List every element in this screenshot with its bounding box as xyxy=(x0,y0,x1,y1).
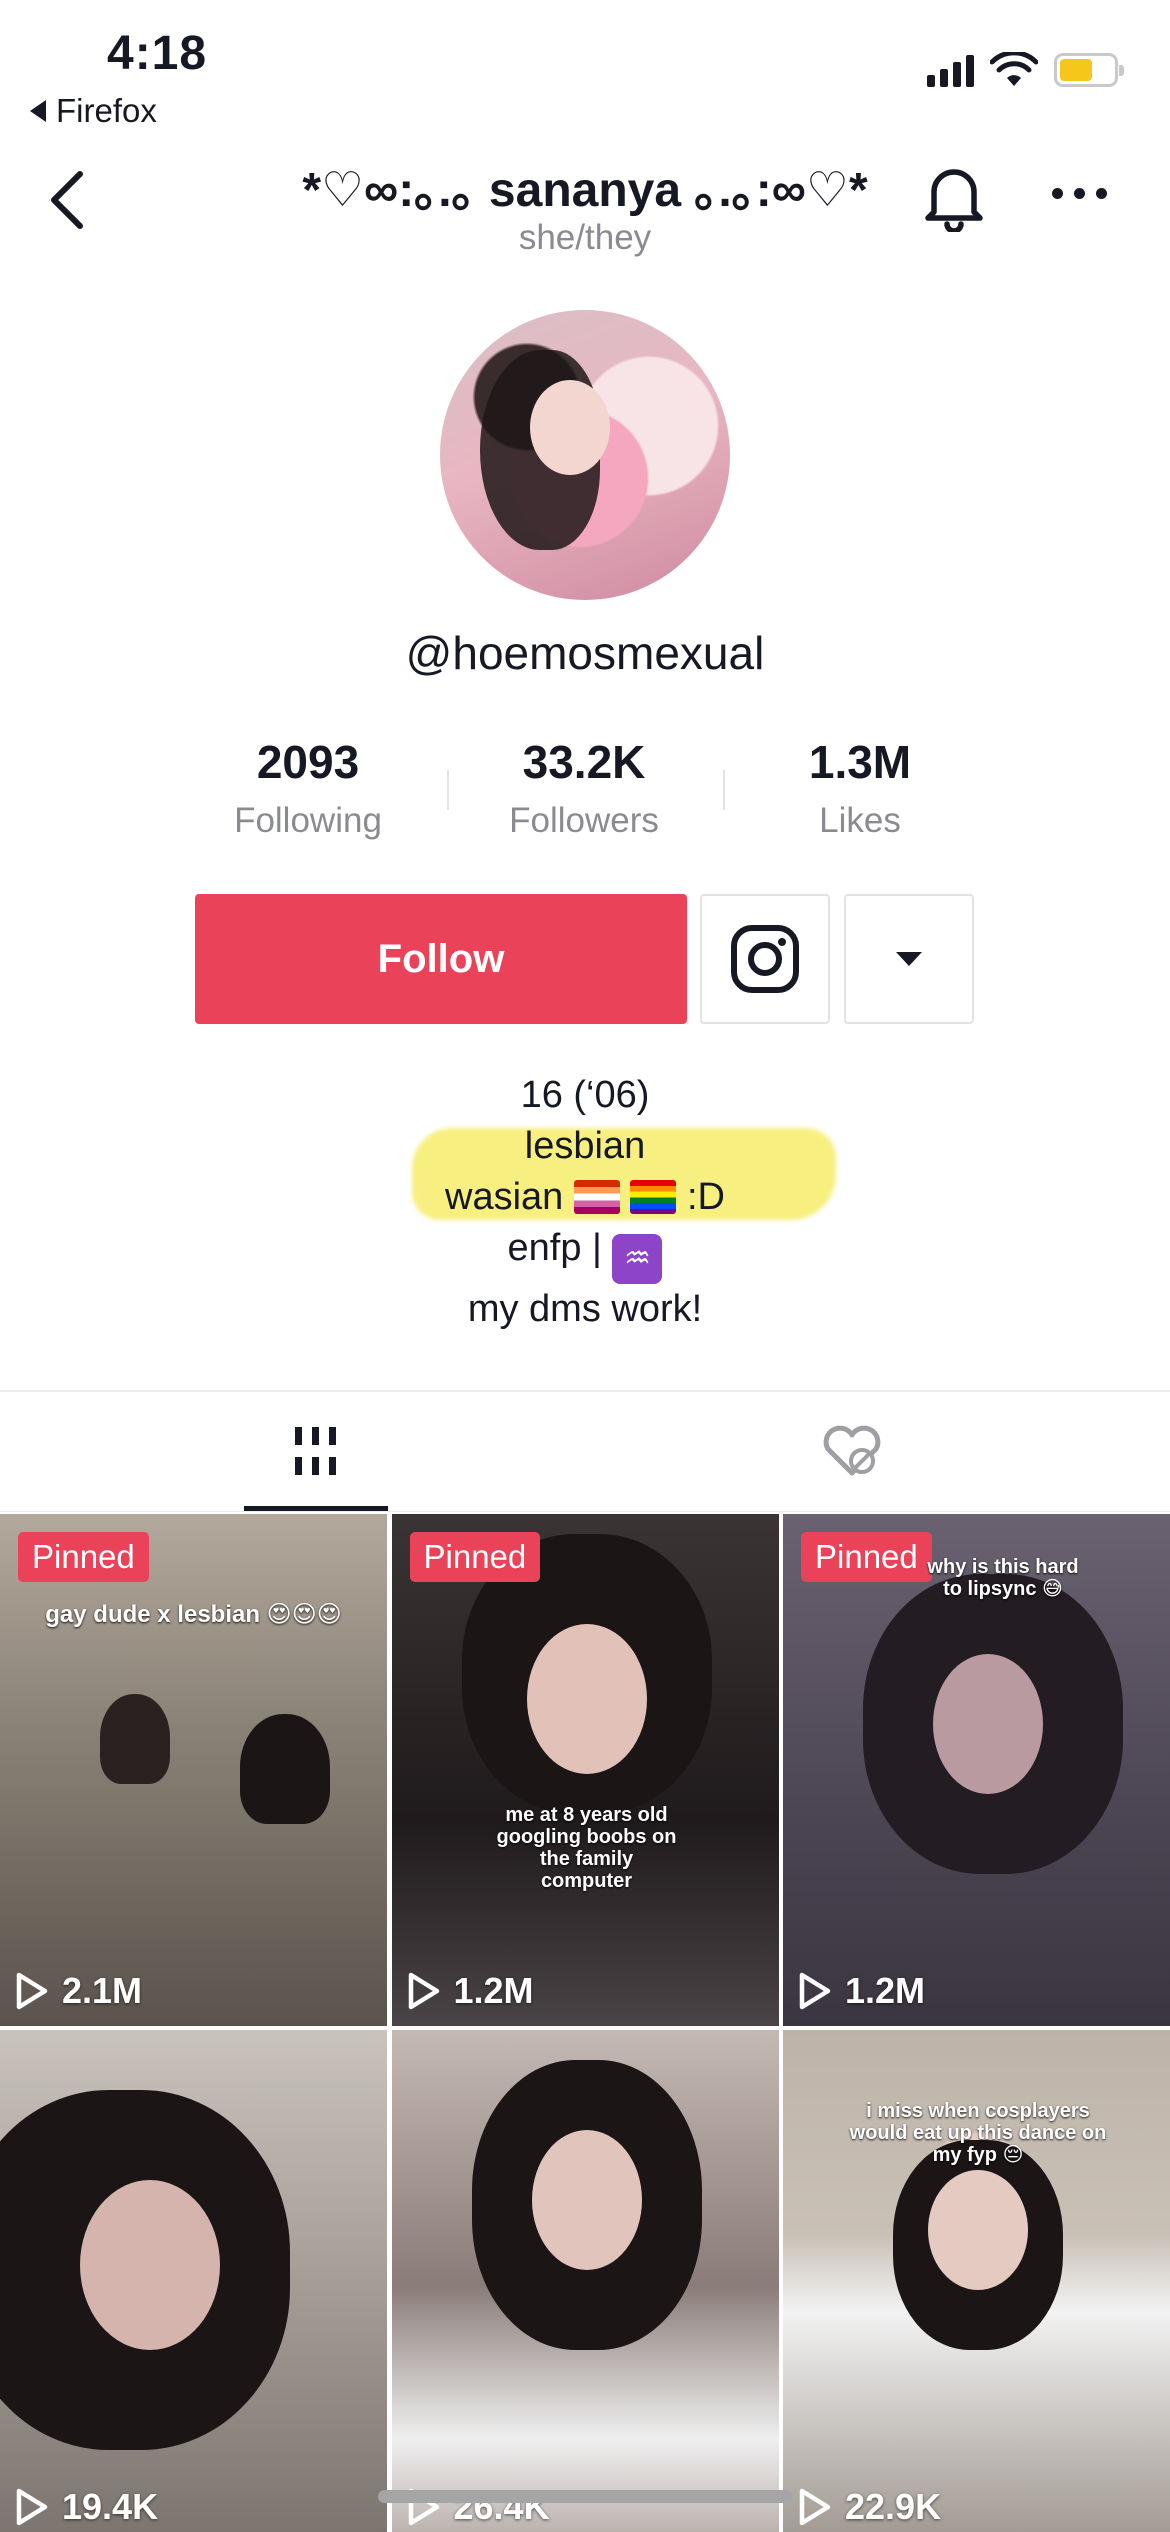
play-icon xyxy=(799,2488,831,2526)
view-count: 1.2M xyxy=(406,1970,534,2012)
bio-line: my dms work! xyxy=(467,1288,703,1330)
pronouns: she/they xyxy=(518,218,652,257)
play-icon xyxy=(16,2488,48,2526)
back-triangle-icon xyxy=(30,100,46,122)
video-tile[interactable]: Pinned gay dude x lesbian 😍😍😍 2.1M xyxy=(0,1514,387,2026)
instagram-button[interactable] xyxy=(700,894,830,1024)
wifi-icon xyxy=(990,52,1038,86)
lesbian-flag-icon xyxy=(573,1180,620,1214)
bio-line: lesbian xyxy=(524,1125,646,1167)
aquarius-icon: ♒ xyxy=(612,1234,663,1284)
caret-down-icon xyxy=(896,952,922,966)
bell-icon[interactable] xyxy=(920,160,988,232)
tab-liked-videos[interactable] xyxy=(780,1392,924,1510)
view-count: 2.1M xyxy=(14,1970,142,2012)
cellular-signal-icon xyxy=(927,53,974,87)
video-caption: gay dude x lesbian 😍😍😍 xyxy=(45,1601,342,1628)
follow-button[interactable]: Follow xyxy=(195,894,687,1024)
divider xyxy=(0,1511,1170,1512)
stat-followers[interactable]: 33.2K Followers xyxy=(464,735,704,841)
view-count: 19.4K xyxy=(14,2486,158,2528)
stat-label: Followers xyxy=(509,801,659,840)
stat-likes[interactable]: 1.3M Likes xyxy=(740,735,980,841)
video-caption: why is this hard to lipsync 😅 xyxy=(927,1556,1079,1600)
liked-hidden-icon xyxy=(823,1425,881,1476)
suggested-accounts-dropdown[interactable] xyxy=(844,894,974,1024)
stat-divider xyxy=(447,770,449,810)
profile-display-name: *♡∞:｡.｡ sananya ｡.｡:∞♡* xyxy=(302,164,868,217)
videos-grid-icon xyxy=(295,1427,336,1475)
play-icon xyxy=(408,1972,439,2010)
stat-value: 2093 xyxy=(256,736,360,788)
play-icon xyxy=(16,1972,48,2010)
instagram-icon xyxy=(731,925,799,993)
view-count: 1.2M xyxy=(797,1970,925,2012)
video-tile[interactable]: Pinned why is this hard to lipsync 😅 1.2… xyxy=(783,1514,1170,2026)
stat-label: Following xyxy=(234,801,382,840)
bio-line-ethnicity: wasian :D xyxy=(445,1176,725,1218)
username-handle: @hoemosmexual xyxy=(405,627,765,679)
stat-label: Likes xyxy=(819,801,901,840)
play-icon xyxy=(799,1972,831,2010)
view-count: 22.9K xyxy=(797,2486,941,2528)
home-indicator[interactable] xyxy=(378,2490,793,2503)
pinned-badge: Pinned xyxy=(409,1532,541,1582)
pinned-badge: Pinned xyxy=(18,1532,149,1582)
video-caption: i miss when cosplayers would eat up this… xyxy=(849,2100,1107,2166)
stat-following[interactable]: 2093 Following xyxy=(188,735,428,841)
video-tile[interactable]: Pinned me at 8 years old googling boobs … xyxy=(391,1514,779,2026)
back-to-app-link[interactable]: Firefox xyxy=(30,92,157,130)
status-icons xyxy=(927,52,1124,88)
video-grid: Pinned gay dude x lesbian 😍😍😍 2.1M Pinne… xyxy=(0,1514,1170,2532)
battery-icon xyxy=(1054,53,1124,87)
pinned-badge: Pinned xyxy=(801,1532,932,1582)
bio-line-personality: enfp | ♒ xyxy=(0,1223,1170,1284)
bio: 16 (‘06) lesbian wasian :D enfp | ♒ my d… xyxy=(0,1070,1170,1335)
pride-flag-icon xyxy=(630,1180,677,1214)
video-tile[interactable]: 26.4K xyxy=(391,2030,779,2532)
video-caption: me at 8 years old googling boobs on the … xyxy=(496,1804,677,1892)
stat-divider xyxy=(723,770,725,810)
divider xyxy=(0,1390,1170,1392)
stat-value: 33.2K xyxy=(522,736,646,788)
stat-value: 1.3M xyxy=(808,736,912,788)
tab-videos[interactable] xyxy=(244,1392,388,1510)
status-time: 4:18 xyxy=(107,27,208,80)
back-app-label: Firefox xyxy=(56,92,157,129)
video-tile[interactable]: 19.4K xyxy=(0,2030,387,2532)
bio-line: 16 (‘06) xyxy=(520,1074,650,1116)
video-tile[interactable]: i miss when cosplayers would eat up this… xyxy=(783,2030,1170,2532)
more-icon[interactable] xyxy=(1052,188,1107,199)
avatar[interactable] xyxy=(440,310,730,600)
